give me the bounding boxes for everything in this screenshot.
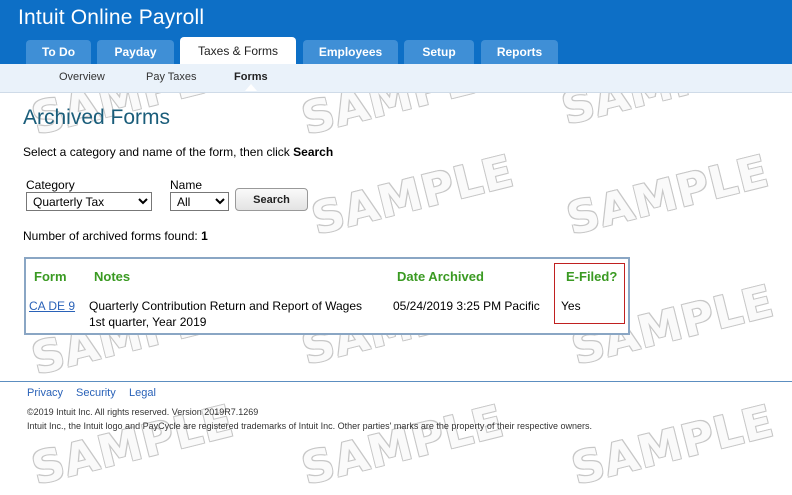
tab-setup[interactable]: Setup (404, 40, 474, 64)
footer-link-legal[interactable]: Legal (129, 387, 156, 399)
active-subnav-indicator (245, 84, 257, 91)
copyright-text: ©2019 Intuit Inc. All rights reserved. V… (27, 407, 259, 417)
results-count: Number of archived forms found: 1 (23, 229, 208, 243)
notes-line-2: 1st quarter, Year 2019 (89, 315, 207, 329)
app-header: Intuit Online Payroll To Do Payday Taxes… (0, 0, 792, 64)
name-select[interactable]: All (170, 192, 229, 211)
tab-to-do[interactable]: To Do (26, 40, 91, 64)
watermark-sample: SAMPLE (566, 395, 779, 495)
notes-line-1: Quarterly Contribution Return and Report… (89, 299, 363, 313)
column-header-notes: Notes (94, 269, 131, 284)
watermark-sample: SAMPLE (296, 395, 509, 495)
tab-payday[interactable]: Payday (97, 40, 174, 64)
trademark-text: Intuit Inc., the Intuit logo and PayCycl… (27, 421, 592, 431)
footer-link-security[interactable]: Security (76, 387, 116, 399)
instructions-text: Select a category and name of the form, … (23, 145, 294, 159)
tab-taxes-forms[interactable]: Taxes & Forms (180, 37, 296, 64)
results-count-label: Number of archived forms found: (23, 229, 202, 243)
tab-employees[interactable]: Employees (303, 40, 398, 64)
results-count-value: 1 (201, 229, 208, 243)
app-title: Intuit Online Payroll (18, 6, 205, 29)
instructions: Select a category and name of the form, … (23, 145, 333, 159)
efiled-highlight-box (554, 263, 625, 324)
search-button[interactable]: Search (235, 188, 308, 211)
tab-reports[interactable]: Reports (481, 40, 558, 64)
page-title: Archived Forms (23, 106, 171, 129)
form-link[interactable]: CA DE 9 (29, 299, 75, 313)
category-select[interactable]: Quarterly Tax (26, 192, 152, 211)
sub-navigation: Overview Pay Taxes Forms (0, 64, 792, 93)
date-archived-value: 05/24/2019 3:25 PM Pacific (393, 299, 540, 313)
subnav-overview[interactable]: Overview (59, 64, 105, 92)
watermark-sample: SAMPLE (306, 145, 519, 246)
category-label: Category (26, 178, 75, 192)
name-label: Name (170, 178, 203, 192)
column-header-date-archived: Date Archived (397, 269, 484, 284)
footer-divider (0, 381, 792, 382)
archived-forms-table: Form Notes Date Archived E-Filed? CA DE … (24, 257, 630, 335)
watermark-sample: SAMPLE (561, 145, 774, 246)
instructions-bold: Search (293, 145, 334, 159)
footer-link-privacy[interactable]: Privacy (27, 387, 63, 399)
column-header-form: Form (34, 269, 67, 284)
subnav-pay-taxes[interactable]: Pay Taxes (146, 64, 197, 92)
